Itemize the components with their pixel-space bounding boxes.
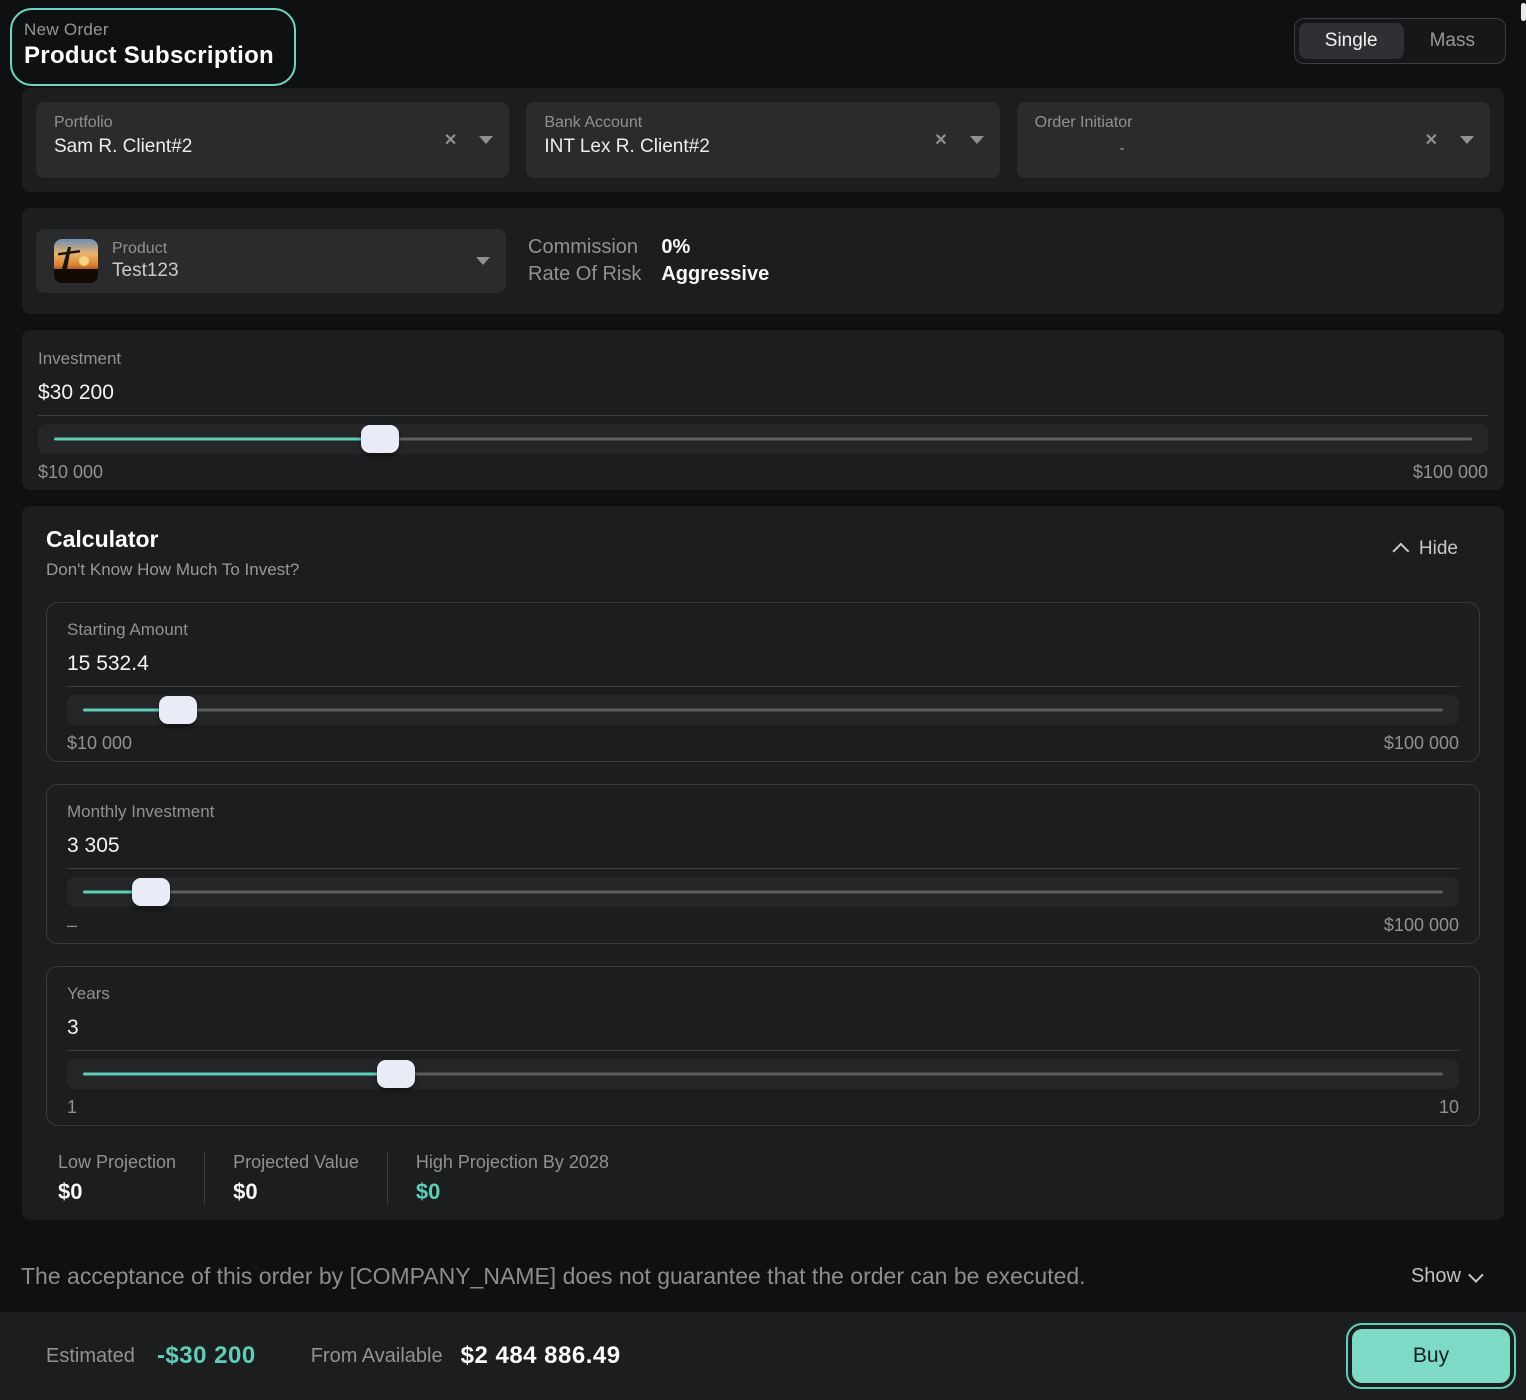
product-info: Commission Rate Of Risk 0% Aggressive (528, 236, 769, 286)
calculator-subtitle: Don't Know How Much To Invest? (46, 560, 299, 580)
slider-rail (380, 438, 1472, 441)
from-available-label: From Available (311, 1345, 443, 1368)
portfolio-value: Sam R. Client#2 (54, 136, 491, 158)
page-title: Product Subscription (24, 42, 274, 70)
disclaimer-text: The acceptance of this order by [COMPANY… (21, 1263, 1086, 1290)
from-available-value: $2 484 886.49 (461, 1342, 621, 1370)
starting-amount-max: $100 000 (1384, 733, 1459, 754)
product-caret-icon[interactable] (476, 257, 490, 265)
order-initiator-label: Order Initiator (1035, 114, 1472, 132)
product-select[interactable]: Product Test123 (36, 229, 506, 293)
years-input[interactable]: 3 (67, 1016, 1459, 1051)
product-label: Product (112, 240, 179, 258)
high-projection-value: $0 (416, 1179, 609, 1205)
order-initiator-clear-icon[interactable]: ✕ (1425, 130, 1438, 150)
low-projection: Low Projection $0 (58, 1152, 204, 1205)
product-panel: Product Test123 Commission Rate Of Risk … (22, 208, 1504, 314)
page-subtitle: New Order (24, 20, 274, 40)
header: New Order Product Subscription Single Ma… (0, 0, 1526, 88)
years-slider-thumb[interactable] (377, 1060, 415, 1088)
investment-input[interactable]: $30 200 (38, 381, 1488, 416)
bank-account-caret-icon[interactable] (970, 136, 984, 144)
monthly-investment-input[interactable]: 3 305 (67, 834, 1459, 869)
chevron-up-icon (1392, 543, 1409, 560)
commission-label: Commission (528, 236, 641, 259)
order-initiator-select[interactable]: Order Initiator - ✕ (1017, 102, 1490, 178)
bank-account-clear-icon[interactable]: ✕ (934, 130, 947, 150)
product-value: Test123 (112, 260, 179, 282)
slider-rail (151, 891, 1443, 894)
monthly-investment-max: $100 000 (1384, 915, 1459, 936)
investment-max: $100 000 (1413, 462, 1488, 483)
years-card: Years 3 1 10 (46, 966, 1480, 1126)
slider-rail (396, 1073, 1443, 1076)
portfolio-select[interactable]: Portfolio Sam R. Client#2 ✕ (36, 102, 509, 178)
projected-value-label: Projected Value (233, 1152, 359, 1173)
starting-amount-label: Starting Amount (67, 620, 1459, 640)
investment-slider-thumb[interactable] (361, 425, 399, 453)
slider-rail (178, 709, 1443, 712)
investment-label: Investment (38, 349, 1488, 369)
footer-bar: Estimated -$30 200 From Available $2 484… (0, 1312, 1526, 1400)
slider-fill (54, 438, 380, 441)
page-title-box: New Order Product Subscription (10, 8, 296, 86)
order-initiator-value: - (1120, 140, 1472, 157)
years-label: Years (67, 984, 1459, 1004)
starting-amount-slider-thumb[interactable] (159, 696, 197, 724)
hide-label: Hide (1419, 538, 1458, 560)
investment-panel: Investment $30 200 $10 000 $100 000 (22, 330, 1504, 490)
product-thumbnail (54, 239, 98, 283)
toggle-single[interactable]: Single (1299, 23, 1404, 59)
years-slider[interactable] (67, 1059, 1459, 1089)
high-projection-label: High Projection By 2028 (416, 1152, 609, 1173)
buy-button[interactable]: Buy (1352, 1329, 1510, 1383)
monthly-investment-min: – (67, 915, 77, 936)
monthly-investment-card: Monthly Investment 3 305 – $100 000 (46, 784, 1480, 944)
high-projection: High Projection By 2028 $0 (387, 1152, 637, 1205)
projected-value-value: $0 (233, 1179, 359, 1205)
low-projection-label: Low Projection (58, 1152, 176, 1173)
investment-slider[interactable] (38, 424, 1488, 454)
bank-account-label: Bank Account (544, 114, 981, 132)
starting-amount-min: $10 000 (67, 733, 132, 754)
slider-fill (83, 1073, 396, 1076)
portfolio-label: Portfolio (54, 114, 491, 132)
estimated-label: Estimated (46, 1345, 135, 1368)
portfolio-caret-icon[interactable] (479, 136, 493, 144)
estimated-value: -$30 200 (157, 1342, 256, 1370)
projections-row: Low Projection $0 Projected Value $0 Hig… (46, 1152, 1480, 1205)
monthly-investment-slider-thumb[interactable] (132, 878, 170, 906)
commission-value: 0% (661, 236, 769, 259)
disclaimer-row: The acceptance of this order by [COMPANY… (0, 1240, 1526, 1312)
show-button[interactable]: Show (1411, 1265, 1480, 1288)
bank-account-select[interactable]: Bank Account INT Lex R. Client#2 ✕ (526, 102, 999, 178)
risk-value: Aggressive (661, 263, 769, 286)
show-label: Show (1411, 1265, 1461, 1288)
monthly-investment-slider[interactable] (67, 877, 1459, 907)
hide-button[interactable]: Hide (1397, 538, 1458, 560)
scrollbar[interactable] (1521, 3, 1526, 21)
starting-amount-input[interactable]: 15 532.4 (67, 652, 1459, 687)
chevron-down-icon (1468, 1267, 1484, 1283)
order-mode-toggle: Single Mass (1294, 18, 1506, 64)
years-max: 10 (1439, 1097, 1459, 1118)
investment-min: $10 000 (38, 462, 103, 483)
starting-amount-card: Starting Amount 15 532.4 $10 000 $100 00… (46, 602, 1480, 762)
low-projection-value: $0 (58, 1179, 176, 1205)
calculator-title: Calculator (46, 526, 299, 553)
projected-value: Projected Value $0 (204, 1152, 387, 1205)
starting-amount-slider[interactable] (67, 695, 1459, 725)
order-initiator-caret-icon[interactable] (1460, 136, 1474, 144)
risk-label: Rate Of Risk (528, 263, 641, 286)
years-min: 1 (67, 1097, 77, 1118)
calculator-panel: Calculator Don't Know How Much To Invest… (22, 506, 1504, 1220)
bank-account-value: INT Lex R. Client#2 (544, 136, 981, 158)
portfolio-clear-icon[interactable]: ✕ (444, 130, 457, 150)
toggle-mass[interactable]: Mass (1404, 23, 1501, 59)
monthly-investment-label: Monthly Investment (67, 802, 1459, 822)
order-parties-panel: Portfolio Sam R. Client#2 ✕ Bank Account… (22, 88, 1504, 192)
